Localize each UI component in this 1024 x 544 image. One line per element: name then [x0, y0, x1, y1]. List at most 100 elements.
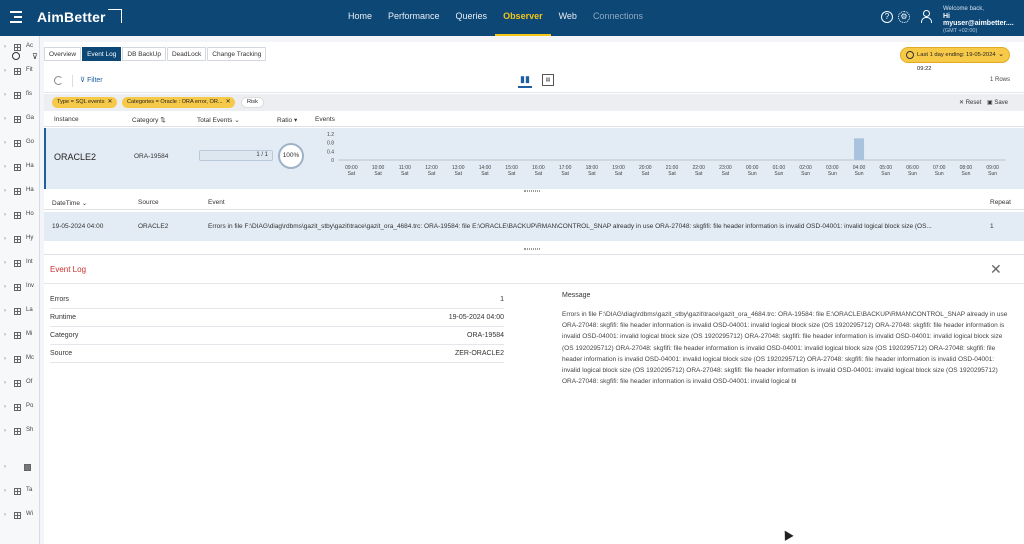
- sidebar-item[interactable]: › Ac: [4, 42, 44, 54]
- chevron-right-icon[interactable]: ›: [4, 68, 6, 74]
- app-logo[interactable]: AimBetter: [37, 9, 122, 25]
- resize-handle[interactable]: [524, 190, 540, 192]
- chevron-right-icon[interactable]: ›: [4, 140, 6, 146]
- tab-event-log[interactable]: Event Log: [82, 47, 122, 61]
- chart-view-icon[interactable]: ▮▮: [518, 74, 532, 88]
- save-button[interactable]: ▣ Save: [987, 99, 1008, 106]
- chevron-right-icon[interactable]: ›: [4, 428, 6, 434]
- x-tick-day: Sun: [881, 171, 890, 177]
- gear-icon[interactable]: ⚙: [898, 11, 910, 23]
- chevron-right-icon[interactable]: ›: [4, 92, 6, 98]
- tab-overview[interactable]: Overview: [44, 47, 82, 61]
- nav-web[interactable]: Web: [551, 0, 585, 36]
- sidebar-item[interactable]: › Po: [4, 402, 44, 414]
- sidebar-item-label: La: [26, 307, 33, 313]
- close-icon[interactable]: ✕: [226, 97, 231, 108]
- sidebar-item[interactable]: › Go: [4, 138, 44, 150]
- help-icon[interactable]: ?: [881, 11, 893, 23]
- x-tick-day: Sat: [454, 171, 462, 177]
- reset-label: Reset: [965, 100, 982, 106]
- chevron-right-icon[interactable]: ›: [4, 308, 6, 314]
- sidebar-item-label: Mc: [26, 355, 34, 361]
- chevron-right-icon[interactable]: ›: [4, 380, 6, 386]
- sidebar-item[interactable]: › Ha: [4, 186, 44, 198]
- sidebar-item-label: Ho: [26, 211, 34, 217]
- table-row[interactable]: 19-05-2024 04:00 ORACLE2 Errors in file …: [44, 212, 1024, 241]
- menu-icon[interactable]: [10, 11, 24, 23]
- col-repeat[interactable]: Repeat: [990, 199, 1011, 206]
- tab-db-backup[interactable]: DB BackUp: [122, 47, 166, 61]
- chevron-right-icon[interactable]: ›: [4, 260, 6, 266]
- chart-bar[interactable]: [854, 138, 865, 160]
- sidebar-item[interactable]: › Hy: [4, 234, 44, 246]
- sidebar-item[interactable]: › Ga: [4, 114, 44, 126]
- filter-button[interactable]: ⊽ Filter: [80, 76, 103, 84]
- chevron-right-icon[interactable]: ›: [4, 44, 6, 50]
- tab-deadlock[interactable]: DeadLock: [166, 47, 207, 61]
- sidebar-item[interactable]: › Ta: [4, 486, 44, 498]
- chevron-right-icon[interactable]: ›: [4, 284, 6, 290]
- nav-performance[interactable]: Performance: [380, 0, 448, 36]
- sidebar-item[interactable]: › Ha: [4, 162, 44, 174]
- chevron-right-icon[interactable]: ›: [4, 188, 6, 194]
- x-tick-day: Sat: [722, 171, 730, 177]
- chevron-right-icon[interactable]: ›: [4, 488, 6, 494]
- nav-connections[interactable]: Connections: [585, 0, 651, 36]
- sidebar-item[interactable]: › Inv: [4, 282, 44, 294]
- x-tick-day: Sat: [588, 171, 596, 177]
- resize-handle[interactable]: [524, 248, 540, 250]
- server-grid-icon: [14, 68, 21, 75]
- col-category[interactable]: Category ⇅: [132, 116, 166, 124]
- reset-button[interactable]: ✕ Reset: [959, 99, 981, 106]
- report-view-icon[interactable]: ▤: [542, 74, 554, 86]
- nav-queries[interactable]: Queries: [448, 0, 496, 36]
- sidebar-item[interactable]: › Fit: [4, 66, 44, 78]
- close-icon[interactable]: ✕: [990, 261, 1002, 278]
- tab-change-tracking[interactable]: Change Tracking: [207, 47, 267, 61]
- col-ratio[interactable]: Ratio ▾: [277, 116, 297, 124]
- sidebar-item[interactable]: › La: [4, 306, 44, 318]
- sidebar-item[interactable]: › fis: [4, 90, 44, 102]
- detail-field-key: Category: [50, 332, 79, 339]
- time-range-selector[interactable]: Last 1 day ending: 19-05-2024 09:22 ⌄: [900, 47, 1010, 72]
- col-instance[interactable]: Instance: [54, 116, 79, 123]
- chevron-right-icon[interactable]: ›: [4, 212, 6, 218]
- chevron-right-icon[interactable]: ›: [4, 512, 6, 518]
- sidebar-item[interactable]: › Ho: [4, 210, 44, 222]
- sidebar-item[interactable]: › Of: [4, 378, 44, 390]
- col-source[interactable]: Source: [138, 199, 159, 206]
- chevron-right-icon[interactable]: ›: [4, 356, 6, 362]
- chip-risk[interactable]: Risk: [241, 97, 264, 108]
- sidebar-item-label: Wi: [26, 511, 33, 517]
- refresh-icon[interactable]: [54, 76, 63, 85]
- nav-observer[interactable]: Observer: [495, 0, 551, 36]
- sidebar-item[interactable]: › Mi: [4, 330, 44, 342]
- chip-categories[interactable]: Categories = Oracle : ORA error, OR... ✕: [122, 97, 235, 108]
- close-icon[interactable]: ✕: [108, 97, 113, 108]
- chevron-right-icon[interactable]: ›: [4, 236, 6, 242]
- table-row[interactable]: ORACLE2 ORA-19584 1 / 1 100% 1.2 0.8 0.4 0 0…: [44, 128, 1024, 189]
- chevron-right-icon[interactable]: ›: [4, 116, 6, 122]
- sidebar-item[interactable]: ›: [4, 462, 44, 474]
- y-tick-label: 0.8: [327, 141, 334, 147]
- server-grid-icon: [14, 332, 21, 339]
- x-tick-day: Sun: [908, 171, 917, 177]
- chevron-right-icon[interactable]: ›: [4, 164, 6, 170]
- sidebar-item[interactable]: › Int: [4, 258, 44, 270]
- col-datetime[interactable]: DateTime ⌄: [52, 199, 87, 207]
- nav-home[interactable]: Home: [340, 0, 380, 36]
- sidebar-item[interactable]: › Wi: [4, 510, 44, 522]
- col-events[interactable]: Events: [315, 116, 335, 123]
- sidebar-item[interactable]: › Sh: [4, 426, 44, 438]
- chevron-right-icon[interactable]: ›: [4, 464, 6, 470]
- detail-field: Errors 1: [50, 292, 504, 309]
- sidebar-item-label: Go: [26, 139, 35, 145]
- sidebar-item[interactable]: › Mc: [4, 354, 44, 366]
- col-total-events[interactable]: Total Events ⌄: [197, 116, 240, 124]
- chip-type[interactable]: Type = SQL events ✕: [52, 97, 117, 108]
- server-grid-icon: [14, 380, 21, 387]
- detail-title: Event Log: [50, 265, 87, 274]
- chevron-right-icon[interactable]: ›: [4, 332, 6, 338]
- chevron-right-icon[interactable]: ›: [4, 404, 6, 410]
- col-event[interactable]: Event: [208, 199, 225, 206]
